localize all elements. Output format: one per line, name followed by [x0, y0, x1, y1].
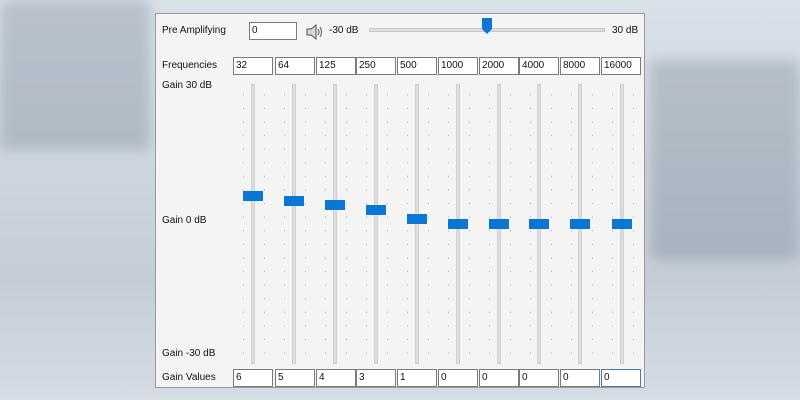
band-slider-track[interactable]	[374, 84, 378, 364]
frequency-field[interactable]: 32	[233, 57, 273, 75]
band-slider-2000[interactable]	[489, 84, 509, 364]
gain-value-field[interactable]: 5	[275, 369, 315, 387]
band-slider-thumb[interactable]	[325, 200, 345, 211]
gain-value-field-active[interactable]: 0	[601, 369, 641, 387]
frequency-field[interactable]: 125	[316, 57, 356, 75]
band-slider-64[interactable]	[284, 84, 304, 364]
band-slider-thumb[interactable]	[243, 191, 263, 201]
gain-min-label: Gain -30 dB	[162, 348, 216, 359]
band-slider-8000[interactable]	[570, 84, 590, 364]
frequency-field[interactable]: 250	[356, 57, 396, 75]
tick-marks	[469, 88, 470, 360]
frequency-field[interactable]: 8000	[560, 57, 600, 75]
frequencies-label: Frequencies	[162, 60, 218, 71]
gain-value-field[interactable]: 0	[438, 369, 478, 387]
preamp-max-label: 30 dB	[612, 25, 639, 36]
band-slider-32[interactable]	[243, 84, 263, 364]
preamp-slider-thumb[interactable]	[482, 18, 492, 34]
frequency-field[interactable]: 2000	[479, 57, 519, 75]
band-slider-125[interactable]	[325, 84, 345, 364]
band-slider-track[interactable]	[333, 84, 337, 364]
frequency-field[interactable]: 64	[275, 57, 315, 75]
gain-value-field[interactable]: 1	[397, 369, 437, 387]
gain-zero-label: Gain 0 dB	[162, 215, 207, 226]
band-slider-thumb[interactable]	[366, 205, 386, 215]
gain-max-label: Gain 30 dB	[162, 80, 213, 91]
tick-marks	[284, 88, 285, 360]
band-slider-thumb[interactable]	[407, 214, 427, 225]
tick-marks	[510, 88, 511, 360]
tick-marks	[551, 88, 552, 360]
speaker-icon[interactable]	[305, 23, 323, 41]
background-shape	[650, 60, 800, 260]
band-slider-4000[interactable]	[529, 84, 549, 364]
tick-marks	[633, 88, 634, 360]
background-shape	[0, 0, 150, 150]
tick-marks	[428, 88, 429, 360]
tick-marks	[243, 88, 244, 360]
band-slider-thumb[interactable]	[570, 219, 590, 229]
tick-marks	[305, 88, 306, 360]
band-slider-500[interactable]	[407, 84, 427, 364]
gain-values-label: Gain Values	[162, 372, 216, 383]
frequency-field[interactable]: 16000	[601, 57, 641, 75]
preamp-label: Pre Amplifying	[162, 25, 226, 36]
band-slider-thumb[interactable]	[284, 195, 304, 206]
band-slider-track[interactable]	[292, 84, 296, 364]
band-slider-thumb[interactable]	[489, 219, 509, 229]
frequency-field[interactable]: 4000	[519, 57, 559, 75]
frequency-field[interactable]: 1000	[438, 57, 478, 75]
gain-value-field[interactable]: 4	[316, 369, 356, 387]
band-slider-thumb[interactable]	[529, 219, 549, 229]
band-slider-250[interactable]	[366, 84, 386, 364]
band-slider-16000[interactable]	[612, 84, 632, 364]
tick-marks	[387, 88, 388, 360]
tick-marks	[366, 88, 367, 360]
gain-value-field[interactable]: 6	[233, 369, 273, 387]
preamp-value-field[interactable]: 0	[249, 22, 297, 40]
band-slider-1000[interactable]	[448, 84, 468, 364]
gain-value-field[interactable]: 3	[356, 369, 396, 387]
gain-value-field[interactable]: 0	[479, 369, 519, 387]
band-slider-track[interactable]	[251, 84, 255, 364]
tick-marks	[325, 88, 326, 360]
gain-value-field[interactable]: 0	[519, 369, 559, 387]
tick-marks	[346, 88, 347, 360]
tick-marks	[264, 88, 265, 360]
frequency-field[interactable]: 500	[397, 57, 437, 75]
band-slider-thumb[interactable]	[448, 219, 468, 229]
band-slider-thumb[interactable]	[612, 219, 632, 229]
gain-value-field[interactable]: 0	[560, 369, 600, 387]
preamp-min-label: -30 dB	[329, 25, 359, 36]
tick-marks	[592, 88, 593, 360]
equalizer-panel: Pre Amplifying 0 -30 dB 30 dB Frequencie…	[155, 13, 645, 388]
